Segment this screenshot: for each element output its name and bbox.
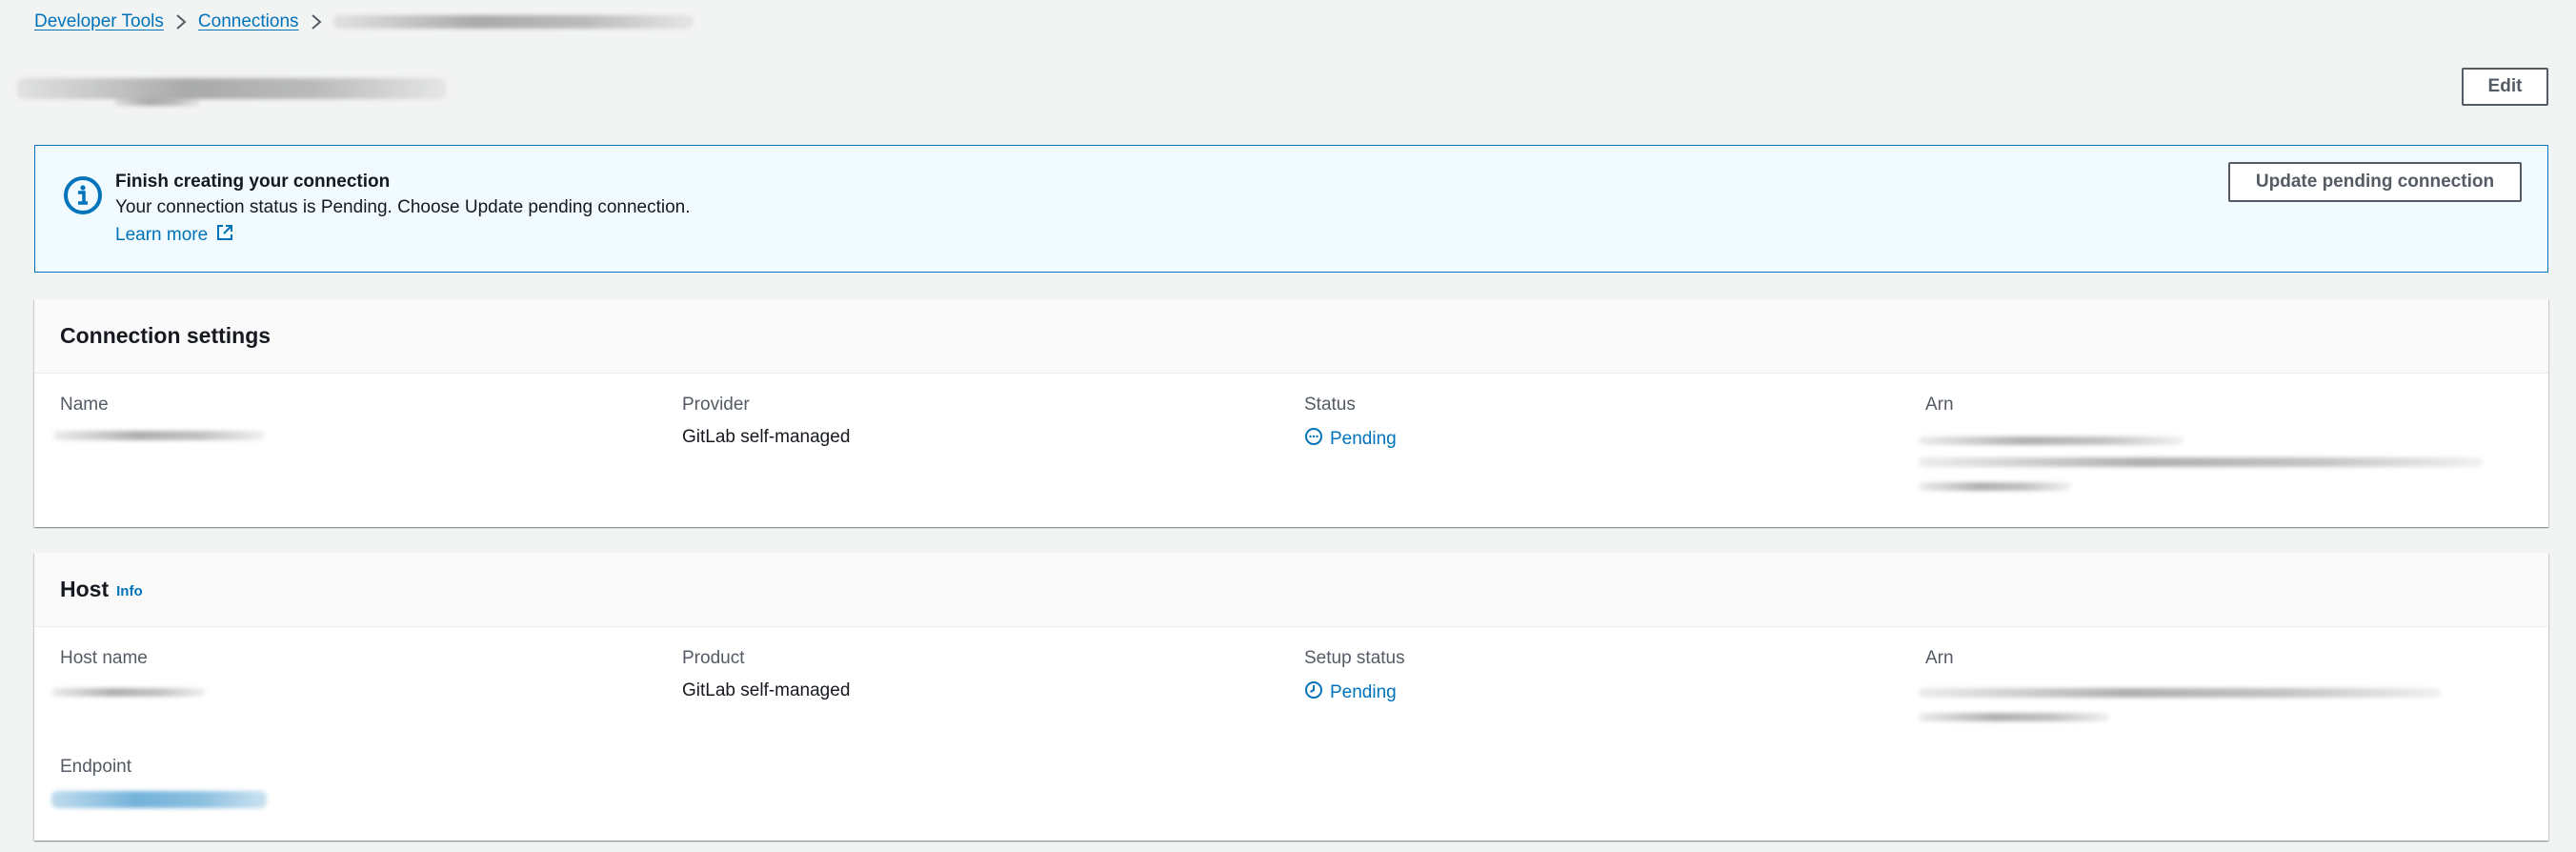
name-value-redacted <box>53 431 265 440</box>
clock-icon <box>1304 680 1323 705</box>
info-flashbar: Finish creating your connection Your con… <box>34 145 2548 273</box>
arn-label: Arn <box>1925 395 1954 415</box>
chevron-right-icon <box>164 13 198 30</box>
host-name-label: Host name <box>60 648 148 668</box>
edit-button[interactable]: Edit <box>2462 68 2548 106</box>
breadcrumb-connections[interactable]: Connections <box>198 11 299 32</box>
provider-label: Provider <box>682 395 750 415</box>
provider-value: GitLab self-managed <box>682 427 851 447</box>
flash-title: Finish creating your connection <box>115 172 391 192</box>
name-label: Name <box>60 395 109 415</box>
endpoint-link-redacted[interactable] <box>51 791 267 808</box>
setup-status-text: Pending <box>1330 682 1397 702</box>
page-title-redacted-tail <box>114 98 200 106</box>
flash-message: Your connection status is Pending. Choos… <box>115 197 691 217</box>
connection-settings-header: Connection settings <box>34 299 2548 374</box>
host-info-link[interactable]: Info <box>116 583 143 599</box>
setup-status-label: Setup status <box>1304 648 1405 668</box>
host-name-value-redacted <box>51 688 206 697</box>
connection-detail-page: Developer Tools Connections Edit Finish … <box>0 0 2576 852</box>
page-title-redacted <box>17 78 446 99</box>
status-text: Pending <box>1330 429 1397 449</box>
status-pending-icon <box>1304 427 1323 452</box>
host-arn-value-redacted-1 <box>1919 688 2441 698</box>
host-panel: Host Info Host name Product GitLab self-… <box>34 553 2548 841</box>
product-value: GitLab self-managed <box>682 680 851 700</box>
breadcrumb: Developer Tools Connections <box>34 10 694 34</box>
status-value: Pending <box>1304 427 1397 452</box>
arn-value-redacted-3 <box>1919 482 2071 491</box>
host-arn-label: Arn <box>1925 648 1954 668</box>
breadcrumb-developer-tools[interactable]: Developer Tools <box>34 11 164 32</box>
host-arn-value-redacted-2 <box>1919 713 2109 721</box>
product-label: Product <box>682 648 745 668</box>
setup-status-value: Pending <box>1304 680 1397 705</box>
host-header: Host Info <box>34 553 2548 627</box>
status-label: Status <box>1304 395 1356 415</box>
update-pending-connection-button[interactable]: Update pending connection <box>2228 162 2522 202</box>
host-title: Host <box>60 577 110 601</box>
connection-settings-panel: Connection settings Name Provider GitLab… <box>34 299 2548 527</box>
arn-value-redacted-1 <box>1919 436 2184 445</box>
connection-settings-title: Connection settings <box>60 323 272 348</box>
chevron-right-icon <box>299 13 333 30</box>
breadcrumb-current-redacted <box>332 15 694 29</box>
endpoint-label: Endpoint <box>60 757 132 777</box>
learn-more-label: Learn more <box>115 225 209 245</box>
arn-value-redacted-2 <box>1919 457 2483 467</box>
external-link-icon <box>215 223 234 248</box>
learn-more-link[interactable]: Learn more <box>115 223 234 248</box>
info-circle-icon <box>62 174 104 216</box>
